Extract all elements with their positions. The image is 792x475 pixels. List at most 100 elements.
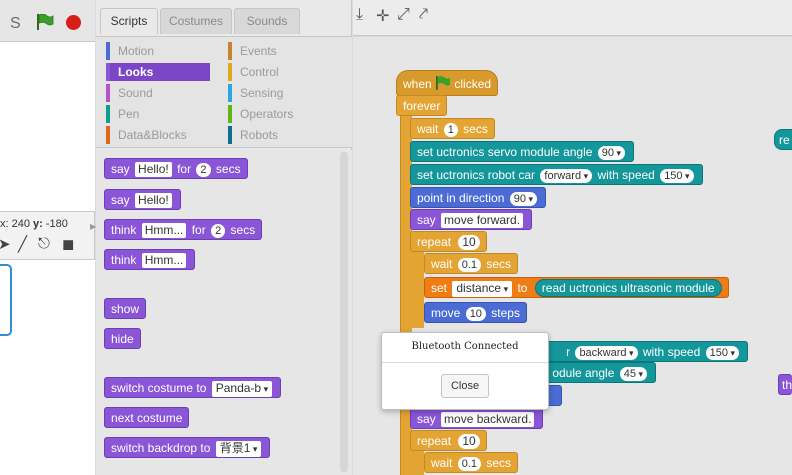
sprite-thumbnail[interactable] [0,264,12,336]
block-text: repeat [417,434,452,448]
angle-dropdown[interactable]: 45 [619,367,647,381]
variable-dropdown[interactable]: distance [452,281,513,297]
block-input[interactable]: Hello! [135,193,172,208]
sprite-list [0,259,95,475]
say-block[interactable]: say move forward. [410,209,533,230]
wait-block[interactable]: wait 0.1 secs [424,452,519,473]
offscreen-block[interactable]: re [774,129,792,150]
repeat-arm-1 [412,248,424,328]
category-robots[interactable]: Robots [228,126,338,144]
coords-y-label: y: [33,218,43,230]
offscreen-block[interactable]: th [778,374,792,395]
move-steps-block[interactable]: move 10 steps [424,302,527,323]
block-number-input[interactable]: 1 [443,123,458,137]
palette-block-hide[interactable]: hide [104,328,141,349]
costume-dropdown[interactable]: Panda-b [211,381,273,397]
direction-dropdown[interactable]: forward [540,169,593,183]
stage-title-fragment: S [10,15,21,32]
category-sensing[interactable]: Sensing [228,84,338,102]
block-number-input[interactable]: 10 [458,434,480,449]
duplicate-icon[interactable]: ⤓ [356,6,363,24]
category-pen[interactable]: Pen [106,105,210,123]
close-button[interactable]: Close [441,374,489,398]
block-number-input[interactable]: 10 [465,307,486,321]
when-flag-clicked-hat[interactable]: when clicked [396,70,499,96]
direction-value-dropdown[interactable]: 90 [509,192,538,206]
script-toolbar: ⤓ ✛ ⤢ ⤤ [353,0,792,36]
palette-block-think-for-secs[interactable]: think Hmm... for 2 secs [104,219,263,240]
block-text: to [517,281,528,295]
say-block[interactable]: say move backward. [410,408,544,429]
repeat-block[interactable]: repeat 10 [410,430,487,451]
speed-dropdown[interactable]: 150 [705,346,739,360]
block-input[interactable]: move backward. [441,412,535,427]
category-operators[interactable]: Operators [228,105,338,123]
palette-block-switch-costume[interactable]: switch costume to Panda-b [104,377,282,398]
delete-icon[interactable]: ✛ [376,6,389,26]
tab-scripts[interactable]: Scripts [100,8,158,34]
stop-icon[interactable] [66,15,81,30]
palette-block-say[interactable]: say Hello! [104,189,181,210]
palette-block-say-for-secs[interactable]: say Hello! for 2 secs [104,158,248,179]
green-flag-icon[interactable] [36,14,54,30]
block-text: say [111,193,130,207]
palette-block-show[interactable]: show [104,298,147,319]
block-number-input[interactable]: 10 [458,235,480,250]
wait-block[interactable]: wait 0.1 secs [424,253,519,274]
category-control[interactable]: Control [228,63,338,81]
upload-icon[interactable]: ⎋ [38,235,50,252]
block-input[interactable]: Hmm... [141,223,187,238]
category-sound[interactable]: Sound [106,84,210,102]
block-text: say [417,412,436,426]
palette-block-think[interactable]: think Hmm... [104,249,196,270]
block-text: secs [215,162,241,176]
block-input[interactable]: Hello! [135,162,172,177]
stage-canvas[interactable] [0,42,95,212]
category-list: Motion Looks Sound Pen Data&Blocks Event… [96,36,352,148]
mouse-coordinates: x: 240 y: -180 [0,218,68,230]
block-input[interactable]: Hmm... [141,253,187,268]
ultrasonic-reporter[interactable]: read uctronics ultrasonic module [534,279,722,297]
category-motion[interactable]: Motion [106,42,210,60]
set-robot-car-block[interactable]: set uctronics robot car forward with spe… [410,164,703,185]
category-events[interactable]: Events [228,42,338,60]
block-number-input[interactable]: 0.1 [457,258,481,272]
block-number-input[interactable]: 2 [196,163,211,177]
set-servo-angle-block[interactable]: set uctronics servo module angle 90 [410,141,635,162]
point-in-direction-block[interactable]: point in direction 90 [410,187,547,208]
block-text: set uctronics robot car [417,168,536,182]
angle-dropdown[interactable]: 90 [597,146,626,160]
grow-icon[interactable]: ⤢ [397,6,410,24]
palette-block-next-costume[interactable]: next costume [104,407,190,428]
repeat-block[interactable]: repeat 10 [410,231,487,252]
camera-icon[interactable]: ◼ [62,235,74,253]
block-text: with speed [597,168,655,182]
block-text: move [431,306,461,320]
set-variable-block[interactable]: set distance to read uctronics ultrasoni… [424,277,729,298]
direction-dropdown[interactable]: backward [575,346,638,360]
backdrop-dropdown[interactable]: 背景1 [215,441,262,457]
new-sprite-tools: ➤ ╱ ⎋ ◼ [0,235,95,257]
block-number-input[interactable]: 0.1 [457,457,481,471]
forever-block[interactable]: forever [396,95,448,116]
coords-y-value: -180 [45,218,68,230]
palette-scrollbar[interactable] [340,152,348,472]
category-data-blocks[interactable]: Data&Blocks [106,126,210,144]
sprite-library-icon[interactable]: ➤ [0,235,11,253]
palette-block-switch-backdrop[interactable]: switch backdrop to 背景1 [104,437,271,458]
tab-sounds[interactable]: Sounds [234,8,300,34]
block-number-input[interactable]: 2 [211,224,226,238]
block-text: wait [431,456,453,470]
block-text: set [431,281,448,295]
block-text: say [111,162,130,176]
block-text: wait [431,257,453,271]
speed-dropdown[interactable]: 150 [660,169,694,183]
category-looks[interactable]: Looks [106,63,210,81]
wait-block[interactable]: wait 1 secs [410,118,495,139]
block-text: clicked [454,77,492,91]
tab-costumes[interactable]: Costumes [160,8,232,34]
paint-brush-icon[interactable]: ╱ [18,235,27,253]
shrink-icon[interactable]: ⤤ [419,6,428,24]
block-text: secs [486,257,512,271]
block-input[interactable]: move forward. [441,213,524,228]
